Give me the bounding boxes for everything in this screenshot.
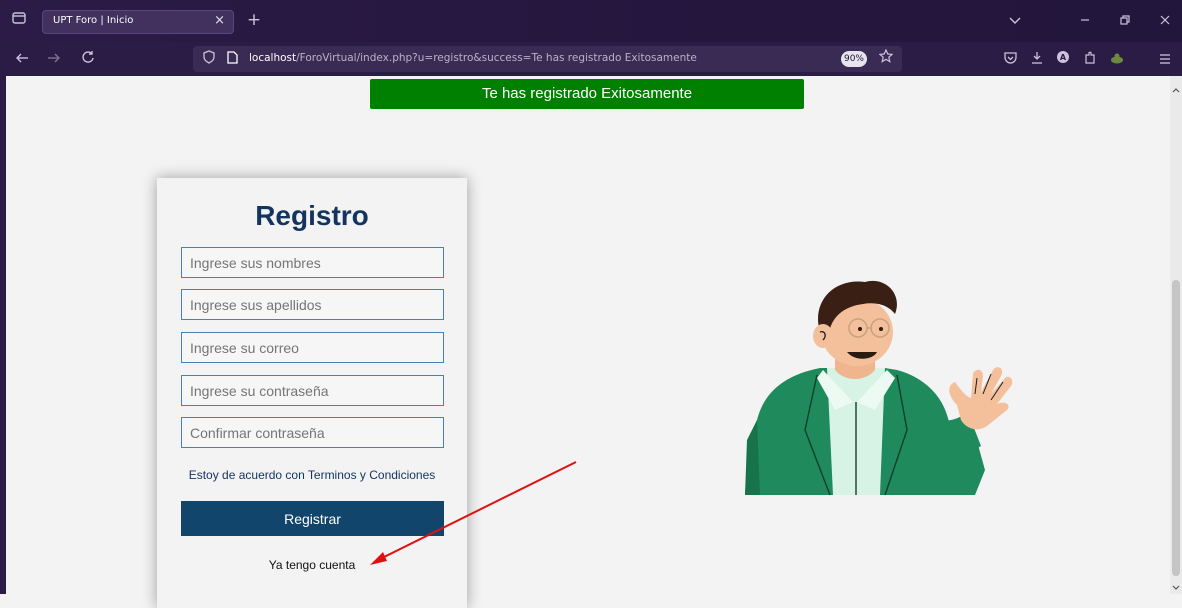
account-icon[interactable]: A: [1053, 49, 1073, 69]
url-bar[interactable]: localhost/ForoVirtual/index.php?u=regist…: [193, 46, 902, 72]
menu-icon[interactable]: [1155, 49, 1175, 69]
email-field[interactable]: [181, 332, 444, 363]
list-tabs-icon[interactable]: [1005, 10, 1025, 30]
url-text[interactable]: localhost/ForoVirtual/index.php?u=regist…: [249, 52, 697, 64]
close-icon[interactable]: [1155, 10, 1175, 30]
shield-icon[interactable]: [201, 49, 217, 69]
last-name-field[interactable]: [181, 289, 444, 320]
register-card: Registro Estoy de acuerdo con Terminos y…: [157, 178, 467, 608]
scrollbar[interactable]: [1170, 76, 1182, 594]
scroll-up-icon[interactable]: [1171, 78, 1181, 98]
page-title: Registro: [255, 200, 369, 231]
success-banner: Te has registrado Exitosamente: [370, 79, 804, 109]
tab-close-icon[interactable]: ×: [214, 13, 225, 28]
star-icon[interactable]: [877, 48, 895, 68]
scroll-down-icon[interactable]: [1171, 576, 1181, 596]
tab-title: UPT Foro | Inicio: [53, 15, 134, 26]
svg-text:A: A: [1060, 53, 1067, 62]
confirm-password-field[interactable]: [181, 417, 444, 448]
reload-icon[interactable]: [78, 49, 98, 69]
first-name-field[interactable]: [181, 247, 444, 278]
download-icon[interactable]: [1027, 49, 1047, 69]
password-field[interactable]: [181, 375, 444, 406]
extensions-icon[interactable]: [1080, 49, 1100, 69]
terms-link[interactable]: Estoy de acuerdo con Terminos y Condicio…: [157, 468, 467, 482]
new-tab-button[interactable]: +: [244, 10, 264, 30]
url-path: /ForoVirtual/index.php?u=registro&succes…: [296, 52, 697, 64]
tab-active[interactable]: UPT Foro | Inicio ×: [42, 10, 234, 34]
page-icon[interactable]: [224, 49, 240, 69]
forward-icon[interactable]: [44, 49, 64, 69]
zoom-level[interactable]: 90%: [841, 51, 867, 67]
scroll-thumb[interactable]: [1172, 280, 1180, 576]
pocket-icon[interactable]: [1000, 49, 1020, 69]
navigation-bar: localhost/ForoVirtual/index.php?u=regist…: [0, 42, 1182, 76]
url-host: localhost: [249, 52, 297, 64]
login-link[interactable]: Ya tengo cuenta: [157, 558, 467, 572]
tab-overview-icon[interactable]: [10, 10, 28, 30]
tab-bar: UPT Foro | Inicio × +: [0, 0, 1182, 42]
back-icon[interactable]: [12, 49, 32, 69]
addon-icon[interactable]: [1107, 49, 1127, 69]
minimize-icon[interactable]: [1075, 10, 1095, 30]
person-illustration: [745, 280, 1013, 496]
restore-icon[interactable]: [1115, 10, 1135, 30]
register-button[interactable]: Registrar: [181, 501, 444, 536]
